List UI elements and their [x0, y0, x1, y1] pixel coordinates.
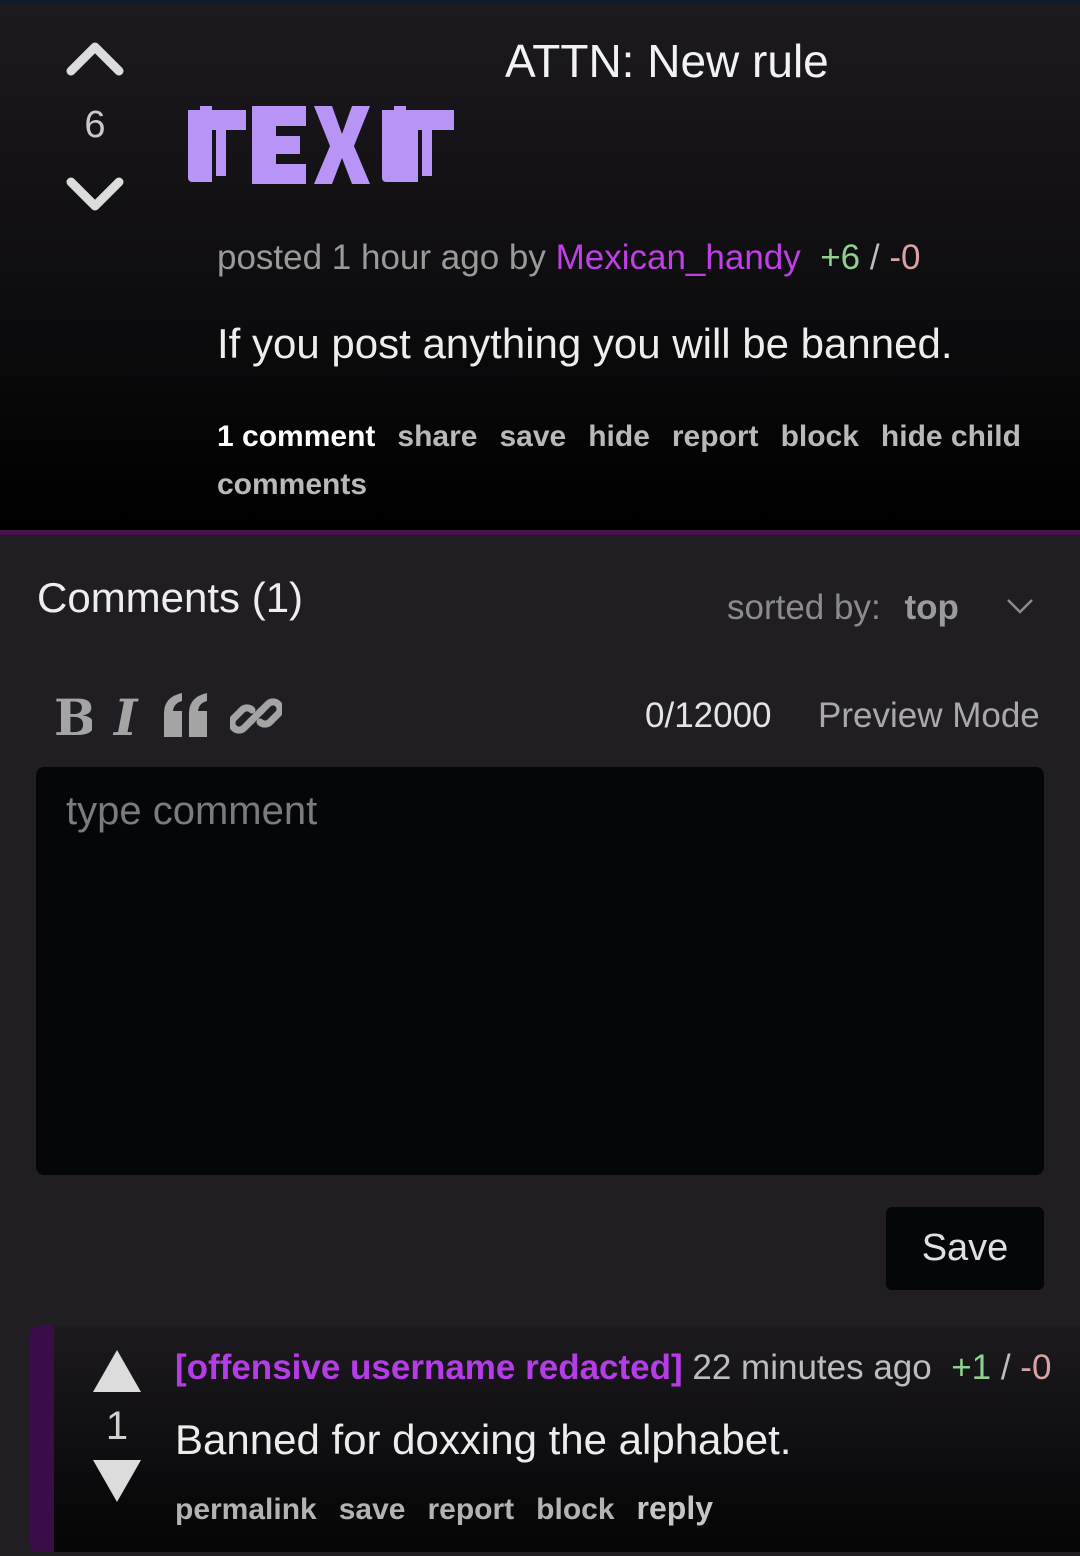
post-thumbnail-text-icon[interactable]	[186, 104, 458, 200]
italic-icon[interactable]: I	[110, 688, 144, 753]
post-upvote-count: +6	[820, 238, 861, 277]
comment-upvote-button[interactable]	[93, 1350, 141, 1397]
comment-downvote-button[interactable]	[93, 1460, 141, 1507]
vote-separator: /	[1000, 1348, 1011, 1387]
save-link[interactable]: save	[499, 420, 566, 453]
bold-icon[interactable]: B	[52, 688, 96, 753]
block-link[interactable]: block	[781, 420, 859, 453]
svg-text:B: B	[54, 691, 92, 741]
chevron-up-icon	[66, 42, 124, 76]
report-link[interactable]: report	[672, 420, 759, 453]
comment-meta: [offensive username redacted] 22 minutes…	[175, 1348, 1051, 1388]
post-upvote-button[interactable]	[60, 38, 130, 83]
sort-dropdown[interactable]: sorted by: top	[727, 588, 959, 628]
link-icon[interactable]	[228, 690, 284, 754]
comment-author-link[interactable]: [offensive username redacted]	[175, 1348, 683, 1387]
comment-body: Banned for doxxing the alphabet.	[175, 1416, 792, 1463]
reply-link[interactable]: reply	[637, 1490, 713, 1526]
comment-placeholder: type comment	[66, 789, 318, 833]
sort-label: sorted by:	[727, 588, 881, 627]
sort-value: top	[904, 588, 959, 627]
triangle-up-icon	[93, 1350, 141, 1392]
comment-thread-bar[interactable]	[30, 1326, 54, 1552]
post-downvote-count: -0	[889, 238, 921, 277]
post-meta-prefix: posted 1 hour ago by	[217, 238, 546, 277]
post-score: 6	[84, 104, 106, 146]
quote-icon[interactable]	[162, 691, 212, 753]
post-divider	[0, 530, 1080, 535]
post-title[interactable]: ATTN: New rule	[505, 34, 829, 88]
svg-text:I: I	[112, 691, 139, 741]
comment-textarea[interactable]: type comment	[36, 767, 1044, 1175]
editor-toolbar: B I	[52, 688, 284, 753]
comment-actions: permalink save report block reply	[175, 1490, 735, 1527]
share-link[interactable]: share	[397, 420, 477, 453]
preview-mode-toggle[interactable]: Preview Mode	[818, 696, 1040, 736]
comment-report-link[interactable]: report	[427, 1493, 514, 1526]
hide-link[interactable]: hide	[588, 420, 650, 453]
comments-heading: Comments (1)	[37, 574, 304, 621]
comment-time: 22 minutes ago	[692, 1348, 932, 1387]
post-author-link[interactable]: Mexican_handy	[556, 238, 801, 277]
post-actions: 1 comment share save hide report block hide ch…	[217, 413, 1057, 509]
post-body: If you post anything you will be banned.	[217, 320, 953, 367]
triangle-down-icon	[93, 1460, 141, 1502]
post-downvote-button[interactable]	[60, 172, 130, 221]
save-button[interactable]: Save	[886, 1207, 1044, 1290]
comments-link[interactable]: 1 comment	[217, 420, 375, 453]
permalink-link[interactable]: permalink	[175, 1493, 317, 1526]
chevron-down-icon[interactable]	[1004, 594, 1036, 621]
comment-save-link[interactable]: save	[339, 1493, 406, 1526]
comment-downvote-count: -0	[1020, 1348, 1052, 1387]
post-meta: posted 1 hour ago by Mexican_handy +6 / …	[217, 238, 920, 278]
character-counter: 0/12000	[645, 696, 772, 735]
comment-block-link[interactable]: block	[536, 1493, 614, 1526]
vote-separator: /	[869, 238, 880, 277]
comment-score: 1	[105, 1404, 129, 1448]
comment-upvote-count: +1	[951, 1348, 992, 1387]
chevron-down-icon	[66, 177, 124, 211]
text-thumbnail-icon	[188, 106, 454, 184]
